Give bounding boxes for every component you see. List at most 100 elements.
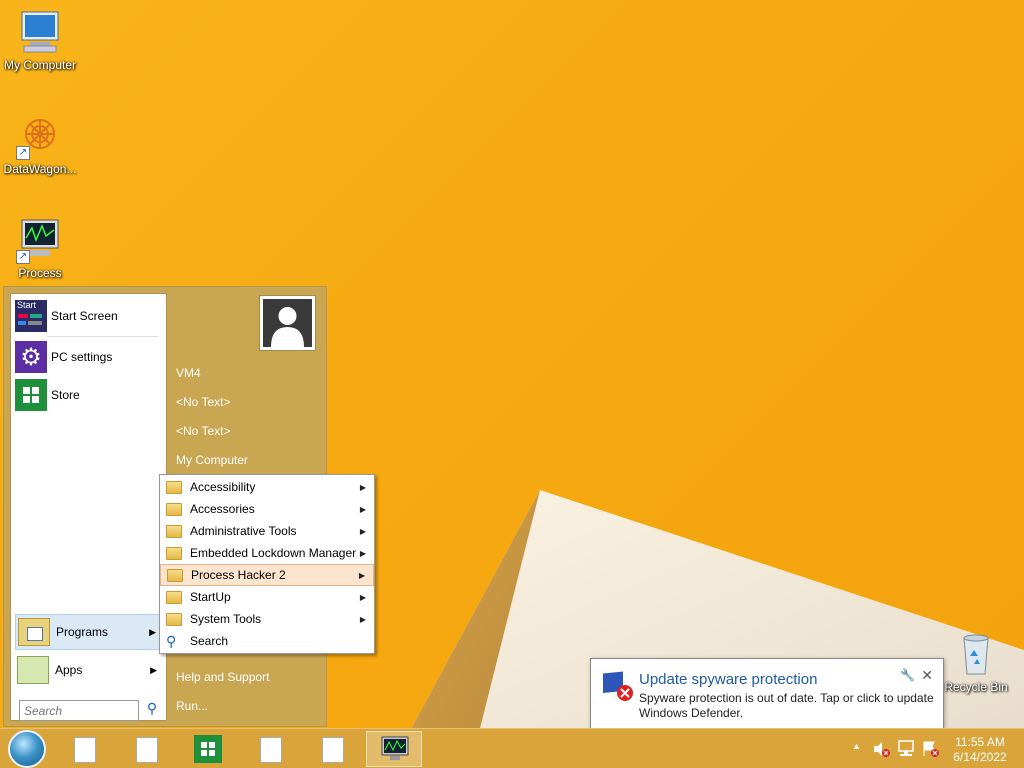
divider bbox=[47, 336, 158, 337]
store-icon bbox=[15, 379, 47, 411]
document-icon bbox=[260, 737, 282, 763]
document-icon bbox=[74, 737, 96, 763]
folder-icon bbox=[166, 502, 182, 516]
clock-date: 6/14/2022 bbox=[953, 750, 1007, 764]
wrench-icon[interactable]: 🔧 bbox=[900, 668, 915, 682]
submenu-item-process-hacker-2[interactable]: Process Hacker 2 ▶ bbox=[160, 564, 374, 586]
notification-body: Spyware protection is out of date. Tap o… bbox=[639, 691, 934, 720]
store-label: Store bbox=[51, 388, 80, 402]
notification-balloon[interactable]: Update spyware protection Spyware protec… bbox=[590, 658, 944, 740]
network-icon[interactable] bbox=[896, 740, 916, 768]
taskbar-process-hacker[interactable] bbox=[366, 731, 422, 767]
no-text-link-1[interactable]: <No Text> bbox=[176, 395, 230, 409]
folder-icon bbox=[166, 612, 182, 626]
taskbar-doc-1[interactable] bbox=[56, 731, 112, 767]
desktop-icon-process-hacker[interactable]: ↗ Process bbox=[0, 216, 80, 280]
chevron-right-icon: ▶ bbox=[359, 614, 366, 624]
run-link[interactable]: Run... bbox=[176, 699, 208, 713]
volume-muted-icon[interactable] bbox=[872, 740, 890, 768]
submenu-item-label: Embedded Lockdown Manager bbox=[190, 546, 357, 560]
datawagon-icon: ↗ bbox=[16, 112, 64, 160]
desktop-icon-datawagon[interactable]: ↗ DataWagon... bbox=[0, 112, 80, 176]
submenu-item-administrative-tools[interactable]: Administrative Tools ▶ bbox=[160, 520, 374, 542]
pc-settings-label: PC settings bbox=[51, 350, 113, 364]
close-icon[interactable]: ✕ bbox=[921, 667, 933, 684]
chevron-right-icon: ▶ bbox=[359, 526, 366, 536]
submenu-item-label: Search bbox=[190, 634, 229, 648]
folder-icon bbox=[166, 590, 182, 604]
process-hacker-icon bbox=[381, 736, 409, 762]
show-hidden-icons-chevron-up-icon[interactable]: ▲ bbox=[852, 741, 861, 768]
chevron-right-icon: ▶ bbox=[359, 592, 366, 602]
submenu-item-label: Process Hacker 2 bbox=[191, 568, 286, 582]
submenu-item-embedded-lockdown-manager[interactable]: Embedded Lockdown Manager ▶ bbox=[160, 542, 374, 564]
programs-item[interactable]: Programs ▶ bbox=[15, 614, 165, 650]
taskbar-doc-4[interactable] bbox=[304, 731, 360, 767]
submenu-item-accessibility[interactable]: Accessibility ▶ bbox=[160, 476, 374, 498]
start-menu-left-pane: Start Start Screen ⚙ PC settings Store P… bbox=[10, 293, 167, 721]
recycle-bin-icon bbox=[952, 630, 1000, 678]
submenu-item-accessories[interactable]: Accessories ▶ bbox=[160, 498, 374, 520]
submenu-item-label: Administrative Tools bbox=[190, 524, 297, 538]
chevron-right-icon: ▶ bbox=[358, 570, 365, 580]
user-avatar[interactable] bbox=[259, 295, 316, 351]
user-name-link[interactable]: VM4 bbox=[176, 366, 201, 380]
pc-settings-item[interactable]: ⚙ PC settings bbox=[15, 339, 165, 375]
programs-submenu: Accessibility ▶ Accessories ▶ Administra… bbox=[159, 474, 375, 654]
taskbar-store[interactable] bbox=[180, 731, 236, 767]
document-icon bbox=[322, 737, 344, 763]
action-center-flag-icon[interactable] bbox=[922, 740, 940, 768]
taskbar-clock[interactable]: 11:55 AM 6/14/2022 bbox=[944, 735, 1016, 765]
chevron-right-icon: ▶ bbox=[359, 504, 366, 514]
clock-time: 11:55 AM bbox=[955, 735, 1005, 749]
shortcut-arrow-icon: ↗ bbox=[16, 250, 30, 264]
search-icon: ⚲ bbox=[166, 632, 177, 649]
start-screen-icon: Start bbox=[15, 300, 47, 332]
submenu-item-label: Accessories bbox=[190, 502, 255, 516]
desktop-icon-my-computer[interactable]: My Computer bbox=[0, 8, 80, 72]
submenu-item-system-tools[interactable]: System Tools ▶ bbox=[160, 608, 374, 630]
folder-icon bbox=[166, 480, 182, 494]
taskbar-doc-2[interactable] bbox=[118, 731, 174, 767]
folder-icon bbox=[166, 524, 182, 538]
submenu-item-label: StartUp bbox=[190, 590, 231, 604]
apps-label: Apps bbox=[55, 663, 83, 677]
start-screen-label: Start Screen bbox=[51, 309, 118, 323]
start-button[interactable] bbox=[8, 730, 46, 768]
submenu-item-label: System Tools bbox=[190, 612, 262, 626]
help-support-link[interactable]: Help and Support bbox=[176, 670, 269, 684]
desktop-icon-label: My Computer bbox=[3, 58, 77, 72]
submenu-item-startup[interactable]: StartUp ▶ bbox=[160, 586, 374, 608]
taskbar: ▲ 11:55 AM 6/14/2022 bbox=[0, 728, 1024, 768]
store-icon bbox=[194, 735, 222, 763]
chevron-right-icon: ▶ bbox=[149, 626, 156, 637]
defender-warning-icon bbox=[601, 669, 635, 703]
chevron-right-icon: ▶ bbox=[359, 482, 366, 492]
start-search-input[interactable] bbox=[19, 700, 139, 721]
programs-icon bbox=[18, 618, 50, 646]
gear-icon: ⚙ bbox=[15, 341, 47, 373]
notification-title: Update spyware protection bbox=[639, 671, 818, 688]
chevron-right-icon: ▶ bbox=[359, 548, 366, 558]
desktop-icon-recycle-bin[interactable]: Recycle Bin bbox=[936, 630, 1016, 694]
programs-label: Programs bbox=[56, 625, 109, 639]
process-hacker-icon: ↗ bbox=[16, 216, 64, 264]
taskbar-doc-3[interactable] bbox=[242, 731, 298, 767]
shortcut-arrow-icon: ↗ bbox=[16, 146, 30, 160]
desktop-icon-label: DataWagon... bbox=[3, 162, 77, 176]
apps-item[interactable]: Apps ▶ bbox=[15, 652, 165, 688]
document-icon bbox=[136, 737, 158, 763]
search-icon[interactable]: ⚲ bbox=[142, 700, 162, 721]
submenu-item-label: Accessibility bbox=[190, 480, 256, 494]
folder-icon bbox=[167, 568, 183, 582]
store-item[interactable]: Store bbox=[15, 377, 165, 413]
my-computer-link[interactable]: My Computer bbox=[176, 453, 248, 467]
desktop-icon-label: Recycle Bin bbox=[944, 680, 1008, 694]
start-screen-item[interactable]: Start Start Screen bbox=[15, 298, 165, 334]
desktop-icon-label: Process bbox=[18, 266, 62, 280]
apps-icon bbox=[17, 656, 49, 684]
no-text-link-2[interactable]: <No Text> bbox=[176, 424, 230, 438]
user-icon bbox=[263, 299, 312, 347]
chevron-right-icon: ▶ bbox=[150, 664, 157, 675]
submenu-item-search[interactable]: ⚲ Search bbox=[160, 630, 374, 652]
